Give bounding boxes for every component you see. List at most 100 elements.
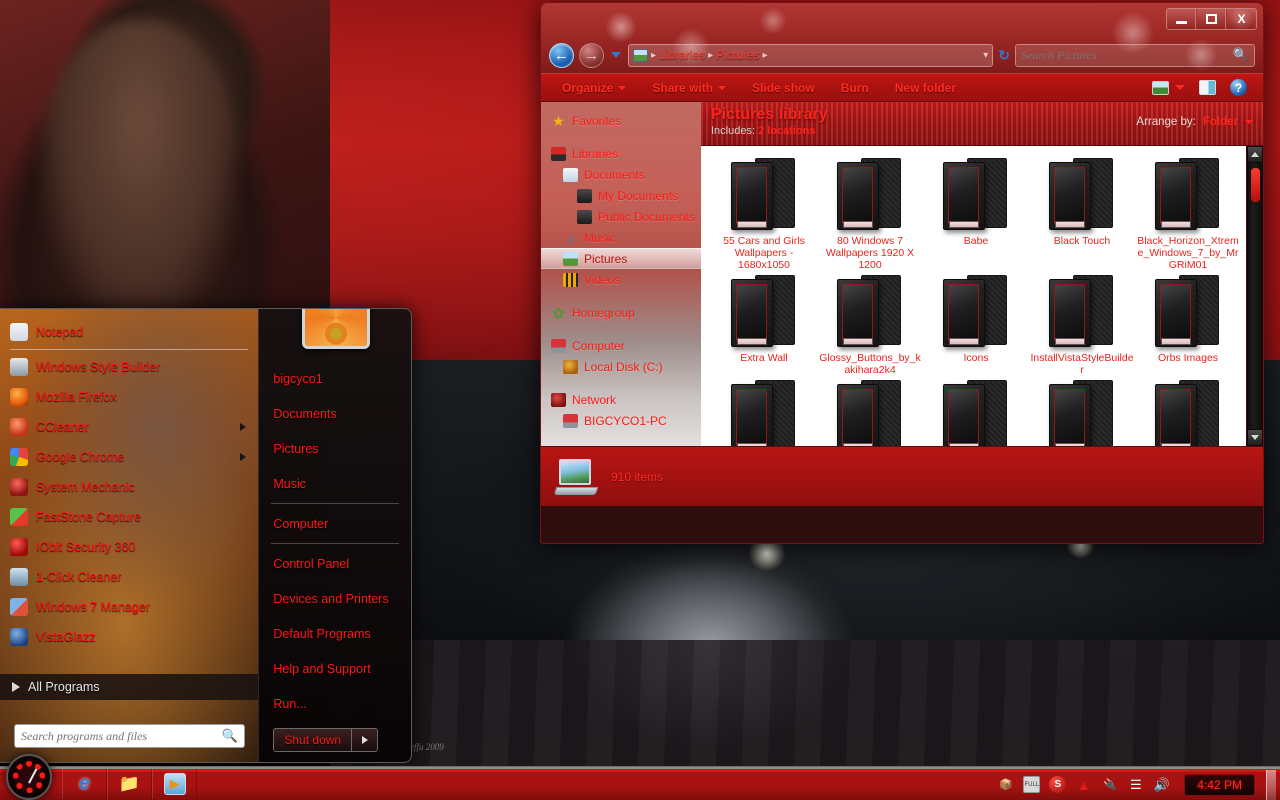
taskbar-app-windows-explorer[interactable]: 📁	[107, 768, 152, 799]
folder-item[interactable]: 55 Cars and Girls Wallpapers - 1680x1050	[711, 156, 817, 271]
toolbar-burn-button[interactable]: Burn	[828, 74, 882, 101]
folder-item[interactable]	[1135, 378, 1241, 446]
breadcrumb-separator-icon[interactable]: ▸	[762, 50, 767, 61]
start-search-box[interactable]: 🔍	[14, 724, 245, 748]
taskbar-app-windows-media-player[interactable]: ▶	[152, 768, 197, 799]
folder-item[interactable]: Babe	[923, 156, 1029, 271]
start-menu-place-bigcyco1[interactable]: bigcyco1	[259, 361, 411, 396]
toolbar-slide-show-button[interactable]: Slide show	[739, 74, 828, 101]
file-list-pane[interactable]: Pictures library Includes: 2 locations A…	[701, 102, 1263, 446]
nav-item-homegroup[interactable]: ✿ Homegroup	[541, 302, 701, 323]
avast-icon[interactable]: ▲	[1075, 776, 1092, 793]
arrange-by-value[interactable]: Folder	[1203, 116, 1238, 128]
nav-item-libraries[interactable]: Libraries	[541, 143, 701, 164]
nav-item-public-documents[interactable]: Public Documents	[541, 206, 701, 227]
start-menu-place-documents[interactable]: Documents	[259, 396, 411, 431]
fullglass-icon[interactable]: FULL	[1023, 776, 1041, 793]
package-update-icon[interactable]: 📦	[997, 776, 1014, 793]
explorer-window[interactable]: X ← → ▸ Libraries ▸ Pictures ▸ ▾ ↻ 🔍 Org…	[540, 2, 1264, 544]
start-menu-program-6[interactable]: System Mechanic	[0, 472, 258, 502]
start-menu-program-8[interactable]: IObit Security 360	[0, 532, 258, 562]
chevron-down-icon[interactable]	[1175, 85, 1185, 90]
close-button[interactable]: X	[1227, 9, 1256, 29]
folder-item[interactable]: Extra Wall	[711, 273, 817, 376]
shutdown-button[interactable]: Shut down	[273, 728, 353, 752]
breadcrumb-pictures[interactable]: Pictures	[716, 48, 759, 62]
folder-item[interactable]: Black Touch	[1029, 156, 1135, 271]
change-view-icon[interactable]	[1152, 80, 1169, 95]
explorer-title-bar[interactable]: X	[541, 3, 1263, 37]
explorer-search-box[interactable]: 🔍	[1015, 43, 1255, 67]
shutdown-options-button[interactable]	[352, 728, 379, 752]
address-bar[interactable]: ▸ Libraries ▸ Pictures ▸ ▾	[628, 43, 994, 67]
start-menu-program-4[interactable]: CCleaner	[0, 412, 258, 442]
nav-item-music[interactable]: ♪ Music	[541, 227, 701, 248]
network-signal-icon[interactable]: ☰	[1127, 776, 1144, 793]
nav-item-local-disk-c[interactable]: Local Disk (C:)	[541, 356, 701, 377]
start-menu-program-3[interactable]: Mozilla Firefox	[0, 382, 258, 412]
explorer-search-input[interactable]	[1021, 47, 1233, 63]
start-menu-program-7[interactable]: FastStone Capture	[0, 502, 258, 532]
start-menu[interactable]: Notepad Windows Style Builder Mozilla Fire…	[0, 308, 412, 763]
start-menu-program-9[interactable]: 1-Click Cleaner	[0, 562, 258, 592]
clock[interactable]: 4:42 PM	[1184, 773, 1255, 796]
preview-pane-icon[interactable]	[1199, 80, 1216, 95]
arrange-by-control[interactable]: Arrange by: Folder	[1136, 116, 1253, 128]
all-programs-button[interactable]: All Programs	[0, 674, 259, 700]
toolbar-share-with-button[interactable]: Share with	[639, 74, 739, 101]
nav-item-documents[interactable]: Documents	[541, 164, 701, 185]
forward-button[interactable]: →	[579, 42, 604, 68]
start-button[interactable]	[6, 754, 52, 800]
start-menu-place-computer[interactable]: Computer	[259, 506, 411, 541]
nav-item-pictures[interactable]: Pictures	[541, 248, 701, 269]
help-icon[interactable]: ?	[1230, 79, 1247, 96]
start-menu-program-10[interactable]: Windows 7 Manager	[0, 592, 258, 622]
start-search-input[interactable]	[21, 728, 222, 744]
user-avatar[interactable]	[302, 309, 371, 349]
vertical-scrollbar[interactable]	[1246, 146, 1263, 446]
nav-item-my-documents[interactable]: My Documents	[541, 185, 701, 206]
nav-item-favorites[interactable]: ★ Favorites	[541, 110, 701, 131]
start-menu-place-devices-and-printers[interactable]: Devices and Printers	[259, 581, 411, 616]
taskbar[interactable]: e 📁 ▶ 📦 FULL S ▲ 🔌 ☰ 🔊 4:42 PM	[0, 754, 1280, 800]
scroll-down-button[interactable]	[1247, 429, 1263, 446]
volume-icon[interactable]: 🔊	[1153, 776, 1170, 793]
nav-item-bigcyco1-pc[interactable]: BIGCYCO1-PC	[541, 410, 701, 431]
toolbar-organize-button[interactable]: Organize	[549, 74, 639, 101]
minimize-button[interactable]	[1167, 9, 1196, 29]
folder-item[interactable]: Icons	[923, 273, 1029, 376]
start-menu-place-pictures[interactable]: Pictures	[259, 431, 411, 466]
nav-item-network[interactable]: Network	[541, 389, 701, 410]
start-menu-place-music[interactable]: Music	[259, 466, 411, 501]
folder-item[interactable]: InstallVistaStyleBuilder	[1029, 273, 1135, 376]
maximize-button[interactable]	[1197, 9, 1226, 29]
chevron-down-icon[interactable]	[1245, 120, 1253, 124]
folder-item[interactable]	[817, 378, 923, 446]
start-menu-place-control-panel[interactable]: Control Panel	[259, 546, 411, 581]
show-desktop-button[interactable]	[1266, 769, 1276, 800]
folder-item[interactable]	[711, 378, 817, 446]
scrollbar-thumb[interactable]	[1251, 168, 1260, 202]
address-dropdown-icon[interactable]: ▾	[983, 50, 988, 61]
folder-item[interactable]: Orbs Images	[1135, 273, 1241, 376]
folder-item[interactable]: Black_Horizon_Xtreme_Windows_7_by_MrGRiM…	[1135, 156, 1241, 271]
refresh-icon[interactable]: ↻	[998, 47, 1010, 64]
includes-value[interactable]: 2 locations	[758, 125, 815, 137]
start-menu-place-default-programs[interactable]: Default Programs	[259, 616, 411, 651]
folder-item[interactable]	[1029, 378, 1135, 446]
taskbar-app-internet-explorer[interactable]: e	[62, 768, 107, 799]
start-menu-program-2[interactable]: Windows Style Builder	[0, 352, 258, 382]
back-button[interactable]: ←	[549, 42, 574, 68]
start-menu-place-run[interactable]: Run...	[259, 686, 411, 721]
iobit-security-icon[interactable]: S	[1049, 776, 1067, 793]
scroll-up-button[interactable]	[1247, 146, 1263, 163]
nav-item-computer[interactable]: Computer	[541, 335, 701, 356]
folder-item[interactable]: Glossy_Buttons_by_kakihara2k4	[817, 273, 923, 376]
breadcrumb-libraries[interactable]: Libraries	[659, 48, 705, 62]
safely-remove-hardware-icon[interactable]: 🔌	[1101, 776, 1118, 793]
start-menu-program-11[interactable]: VistaGlazz	[0, 622, 258, 652]
start-menu-program-1[interactable]: Notepad	[0, 317, 258, 347]
folder-item[interactable]: 80 Windows 7 Wallpapers 1920 X 1200	[817, 156, 923, 271]
toolbar-new-folder-button[interactable]: New folder	[882, 74, 969, 101]
start-menu-place-help-and-support[interactable]: Help and Support	[259, 651, 411, 686]
